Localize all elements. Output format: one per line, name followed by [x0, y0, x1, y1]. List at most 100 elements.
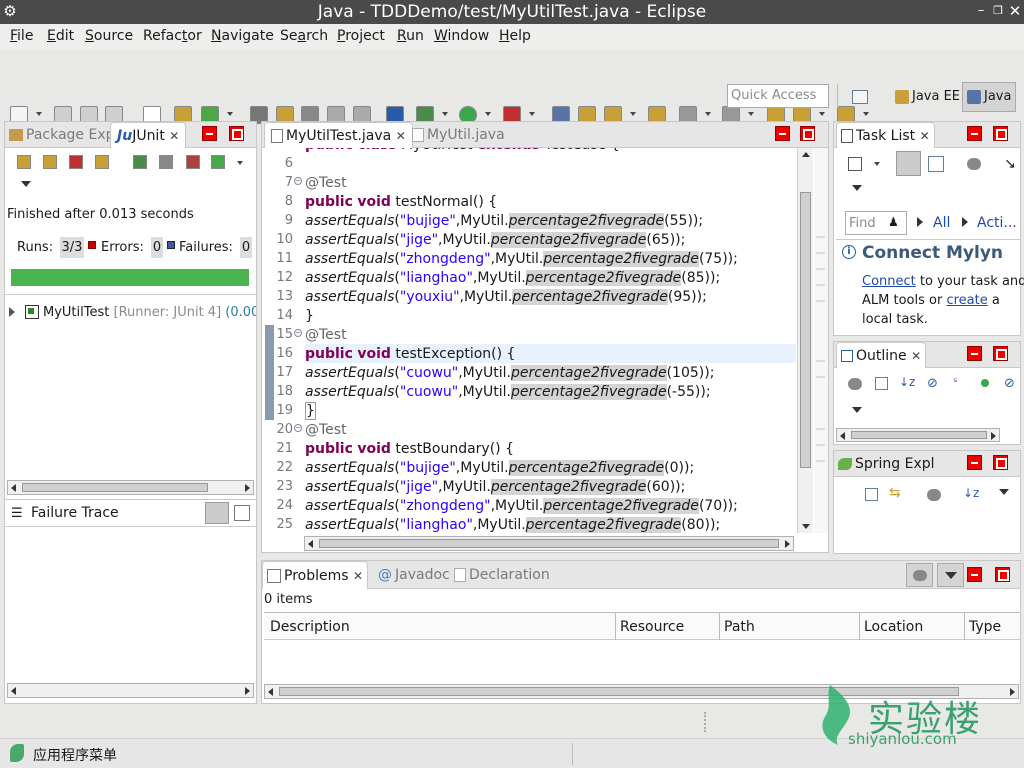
close-tab-icon[interactable]: ✕ [920, 129, 930, 143]
maximize-view-button[interactable] [995, 567, 1010, 582]
code-editor[interactable]: public class MyUtilTest extends TestCase… [262, 148, 796, 535]
horizontal-scrollbar[interactable] [7, 480, 254, 495]
maximize-view-button[interactable] [993, 455, 1008, 470]
app-menu-icon[interactable] [10, 744, 24, 762]
compare-results-icon[interactable] [234, 505, 250, 521]
menu-source[interactable]: Source [85, 28, 133, 44]
focus-icon[interactable] [967, 158, 981, 170]
minimize-window-icon[interactable]: – [973, 3, 989, 19]
dropdown-arrow-icon[interactable] [442, 112, 448, 116]
column-header-location[interactable]: Location [864, 619, 923, 635]
perspective-java-ee[interactable]: Java EE [895, 84, 960, 110]
next-failure-icon[interactable] [17, 155, 31, 169]
expand-arrow-icon[interactable] [9, 307, 15, 317]
new-task-icon[interactable] [848, 157, 862, 171]
history-icon[interactable] [211, 155, 225, 169]
hide-local-types-icon[interactable]: ⊘ [1004, 376, 1015, 391]
quick-access-input[interactable]: Quick Access [727, 84, 829, 108]
maximize-view-button[interactable] [993, 346, 1008, 361]
close-tab-icon[interactable]: ✕ [353, 569, 363, 583]
collapse-all-icon[interactable] [875, 377, 888, 390]
menu-window[interactable]: Window [434, 28, 489, 44]
menu-navigate[interactable]: Navigate [211, 28, 274, 44]
minimize-view-button[interactable] [967, 346, 982, 361]
menu-run[interactable]: Run [397, 28, 424, 44]
view-menu-chevron-icon[interactable] [999, 489, 1009, 495]
tab-javadoc[interactable]: @ Javadoc [378, 561, 450, 589]
column-separator[interactable] [964, 613, 965, 640]
dropdown-arrow-icon[interactable] [705, 112, 711, 116]
close-tab-icon[interactable]: ✕ [169, 129, 179, 143]
menu-project[interactable]: Project [337, 28, 385, 44]
column-separator[interactable] [615, 613, 616, 640]
sort-icon[interactable]: ↓z [899, 375, 915, 389]
tab-task-list[interactable]: Task List ✕ [836, 122, 935, 148]
focus-task-button[interactable] [906, 563, 933, 587]
rerun-failed-icon[interactable] [159, 155, 173, 169]
tab-declaration[interactable]: Declaration [454, 561, 550, 589]
tree-item-myutiltest[interactable]: MyUtilTest [Runner: JUnit 4] (0.00 [43, 305, 256, 320]
focus-icon[interactable] [848, 378, 862, 390]
close-window-icon[interactable]: ✕ [1007, 3, 1023, 19]
column-header-description[interactable]: Description [270, 619, 350, 635]
categorized-toggle-icon[interactable] [896, 151, 921, 176]
column-separator[interactable] [859, 613, 860, 640]
menu-edit[interactable]: Edit [47, 28, 74, 44]
view-menu-button[interactable] [937, 563, 964, 587]
minimize-view-button[interactable] [967, 455, 982, 470]
dropdown-arrow-icon[interactable] [36, 112, 42, 116]
fold-toggle-icon[interactable]: − [294, 177, 302, 185]
outline-scrollbar[interactable] [836, 428, 1000, 442]
focus-icon[interactable] [927, 489, 941, 501]
create-link[interactable]: create [946, 293, 987, 308]
new-task-dropdown-icon[interactable] [874, 162, 880, 166]
dropdown-arrow-icon[interactable] [630, 112, 636, 116]
view-menu-chevron-icon[interactable] [852, 185, 862, 191]
hide-fields-icon[interactable]: ⊘ [927, 376, 938, 391]
fold-toggle-icon[interactable]: − [294, 329, 302, 337]
view-menu-chevron-icon[interactable] [852, 407, 862, 413]
link-with-editor-icon[interactable]: ⇆ [889, 485, 901, 501]
collapse-all-icon[interactable] [865, 488, 878, 501]
trace-scrollbar[interactable] [7, 683, 254, 698]
dropdown-arrow-icon[interactable] [529, 112, 535, 116]
hide-static-icon[interactable]: ˢ [953, 375, 957, 389]
maximize-editor-button[interactable] [800, 126, 815, 141]
dropdown-arrow-icon[interactable] [485, 112, 491, 116]
dropdown-arrow-icon[interactable] [748, 112, 754, 116]
menu-help[interactable]: Help [499, 28, 531, 44]
app-menu-label[interactable]: 应用程序菜单 [33, 745, 117, 765]
show-failures-only-icon[interactable] [69, 155, 83, 169]
filter-all-link[interactable]: All [933, 215, 950, 231]
fold-toggle-icon[interactable]: − [294, 424, 302, 432]
hide-nonpublic-icon[interactable] [981, 379, 989, 387]
rerun-icon[interactable] [133, 155, 147, 169]
maximize-view-button[interactable] [993, 126, 1008, 141]
dropdown-arrow-icon[interactable] [863, 112, 869, 116]
filter-trace-button[interactable] [205, 502, 229, 524]
scroll-lock-icon[interactable] [95, 155, 109, 169]
minimize-editor-button[interactable] [775, 126, 790, 141]
tab-spring-explorer[interactable]: Spring Expl [838, 451, 935, 477]
column-header-path[interactable]: Path [724, 619, 755, 635]
synchronize-icon[interactable]: ↘ [1004, 156, 1016, 172]
column-header-type[interactable]: Type [969, 619, 1001, 635]
tab-myutil-java[interactable]: MyUtil.java [412, 122, 505, 148]
open-perspective-icon[interactable] [852, 90, 868, 104]
stop-icon[interactable] [186, 155, 200, 169]
close-tab-icon[interactable]: ✕ [396, 129, 406, 143]
connect-link[interactable]: Connect [862, 274, 916, 289]
history-dropdown-icon[interactable] [237, 161, 243, 165]
scheduled-icon[interactable] [928, 156, 944, 172]
clear-find-icon[interactable]: ♟ [888, 215, 899, 229]
view-menu-chevron-icon[interactable] [21, 181, 31, 187]
sort-icon[interactable]: ↓z [963, 486, 979, 500]
dropdown-arrow-icon[interactable] [819, 112, 825, 116]
tab-junit[interactable]: JuJUnit ✕ [110, 122, 187, 148]
editor-horizontal-scrollbar[interactable] [304, 536, 794, 551]
minimize-view-button[interactable] [967, 567, 982, 582]
task-find-input[interactable]: Find ♟ [845, 211, 907, 235]
minimize-view-button[interactable] [202, 126, 217, 141]
activate-task-link[interactable]: Acti... [977, 215, 1017, 231]
restore-window-icon[interactable]: ❐ [990, 3, 1006, 19]
